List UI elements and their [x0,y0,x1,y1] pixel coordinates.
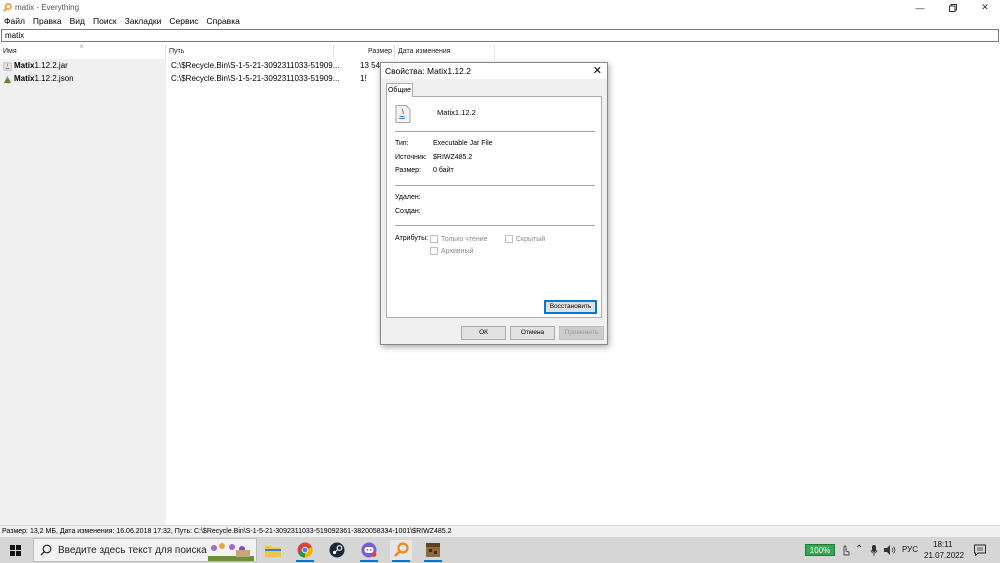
menu-edit[interactable]: Правка [29,15,66,28]
tulips-search-highlight-icon [208,543,254,561]
menu-view[interactable]: Вид [66,15,89,28]
chevron-up-icon[interactable]: ⌃ [855,544,863,555]
menu-search[interactable]: Поиск [89,15,121,28]
jar-file-icon [3,62,12,71]
minecraft-icon [426,543,440,557]
status-bar: Размер: 13,2 МБ, Дата изменения: 16.06.2… [0,525,1000,537]
taskbar-search-placeholder: Введите здесь текст для поиска [58,545,207,556]
result-size: 1! [360,74,367,83]
divider [395,225,595,226]
jar-file-icon [395,105,411,123]
volume-icon[interactable] [884,545,896,555]
deleted-label: Удален: [395,194,421,201]
apply-button[interactable]: Применить [559,326,604,340]
close-window-button[interactable]: ✕ [970,0,1000,15]
hidden-checkbox[interactable] [505,235,513,243]
readonly-checkbox[interactable] [430,235,438,243]
archive-checkbox[interactable] [430,247,438,255]
size-value: 0 байт [433,167,454,174]
dialog-close-button[interactable]: ✕ [593,64,602,77]
dialog-filename: Matix1.12.2 [437,108,476,117]
restore-window-icon [949,3,957,12]
archive-label: Архивный [441,248,474,255]
result-size: 13 54 [360,61,381,70]
menu-file[interactable]: Файл [0,15,29,28]
folder-icon [265,545,281,557]
result-path: C:\$Recycle.Bin\S-1-5-21-3092311033-5190… [171,74,340,83]
running-indicator [424,560,442,562]
menu-tools[interactable]: Сервис [165,15,202,28]
menu-bookmarks[interactable]: Закладки [121,15,166,28]
running-indicator [296,560,314,562]
running-indicator [392,560,410,562]
maximize-button[interactable] [938,0,968,15]
everything-app-icon [3,3,12,12]
chrome-button[interactable] [294,540,316,562]
touch-hand-icon[interactable] [841,544,850,556]
properties-dialog: Свойства: Matix1.12.2 ✕ Общие Matix1.12.… [380,62,608,345]
window-title: matix - Everything [15,3,80,12]
search-input[interactable]: matix [1,29,999,42]
title-bar[interactable]: matix - Everything — ✕ [0,0,1000,15]
cancel-button[interactable]: Отмена [510,326,555,340]
dialog-title-bar[interactable]: Свойства: Matix1.12.2 ✕ [381,63,607,79]
divider [395,185,595,186]
file-explorer-button[interactable] [262,540,284,560]
chrome-icon [297,542,313,558]
source-value: $RIWZ485.2 [433,154,473,161]
everything-app-icon [394,542,409,557]
name-column-background [0,59,166,525]
size-label: Размер: [395,167,422,174]
restore-button[interactable]: Восстановить [544,300,597,314]
menu-help[interactable]: Справка [202,15,243,28]
clock-date[interactable]: 21.07.2022 [924,551,964,560]
ok-button[interactable]: ОК [461,326,506,340]
column-header: Имя ^ Путь Размер Дата изменения [0,45,1000,59]
notifications-icon[interactable] [974,544,986,556]
json-file-icon [3,75,12,84]
minimize-icon: — [915,2,925,13]
taskbar: Введите здесь текст для поиска 100% ⌃ РУ… [0,537,1000,563]
column-modified[interactable]: Дата изменения [395,45,495,59]
search-icon [40,544,52,556]
attributes-label: Атрибуты: [395,235,429,242]
battery-indicator[interactable]: 100% [805,544,835,556]
general-tab-panel: Matix1.12.2 Тип: Executable Jar File Ист… [386,96,602,318]
result-name: Matix1.12.2.jar [14,61,68,70]
created-label: Создан: [395,208,421,215]
taskbar-search-input[interactable]: Введите здесь текст для поиска [33,538,257,562]
result-name: Matix1.12.2.json [14,74,74,83]
everything-taskbar-button[interactable] [390,540,412,562]
sort-up-icon: ^ [80,45,84,52]
microphone-icon[interactable] [870,545,878,556]
type-value: Executable Jar File [433,140,493,147]
column-size[interactable]: Размер [334,45,395,59]
discord-button[interactable] [358,540,380,562]
source-label: Источник: [395,154,427,161]
close-icon: ✕ [981,2,989,12]
steam-icon [329,542,345,558]
result-path: C:\$Recycle.Bin\S-1-5-21-3092311033-5190… [171,61,340,70]
type-label: Тип: [395,140,409,147]
divider [395,131,595,132]
minecraft-button[interactable] [422,540,444,562]
running-indicator [360,560,378,562]
tab-general[interactable]: Общие [386,83,413,97]
discord-icon [361,542,377,558]
readonly-label: Только чтение [441,236,488,243]
clock-time[interactable]: 18:11 [933,540,952,549]
minimize-button[interactable]: — [905,0,935,15]
language-indicator[interactable]: РУС [902,545,918,554]
close-icon: ✕ [592,65,602,77]
hidden-label: Скрытый [516,236,546,243]
steam-button[interactable] [326,540,348,560]
menu-bar: Файл Правка Вид Поиск Закладки Сервис Сп… [0,15,1000,28]
column-path[interactable]: Путь [166,45,334,59]
windows-start-icon[interactable] [10,545,21,556]
dialog-title: Свойства: Matix1.12.2 [385,66,471,76]
